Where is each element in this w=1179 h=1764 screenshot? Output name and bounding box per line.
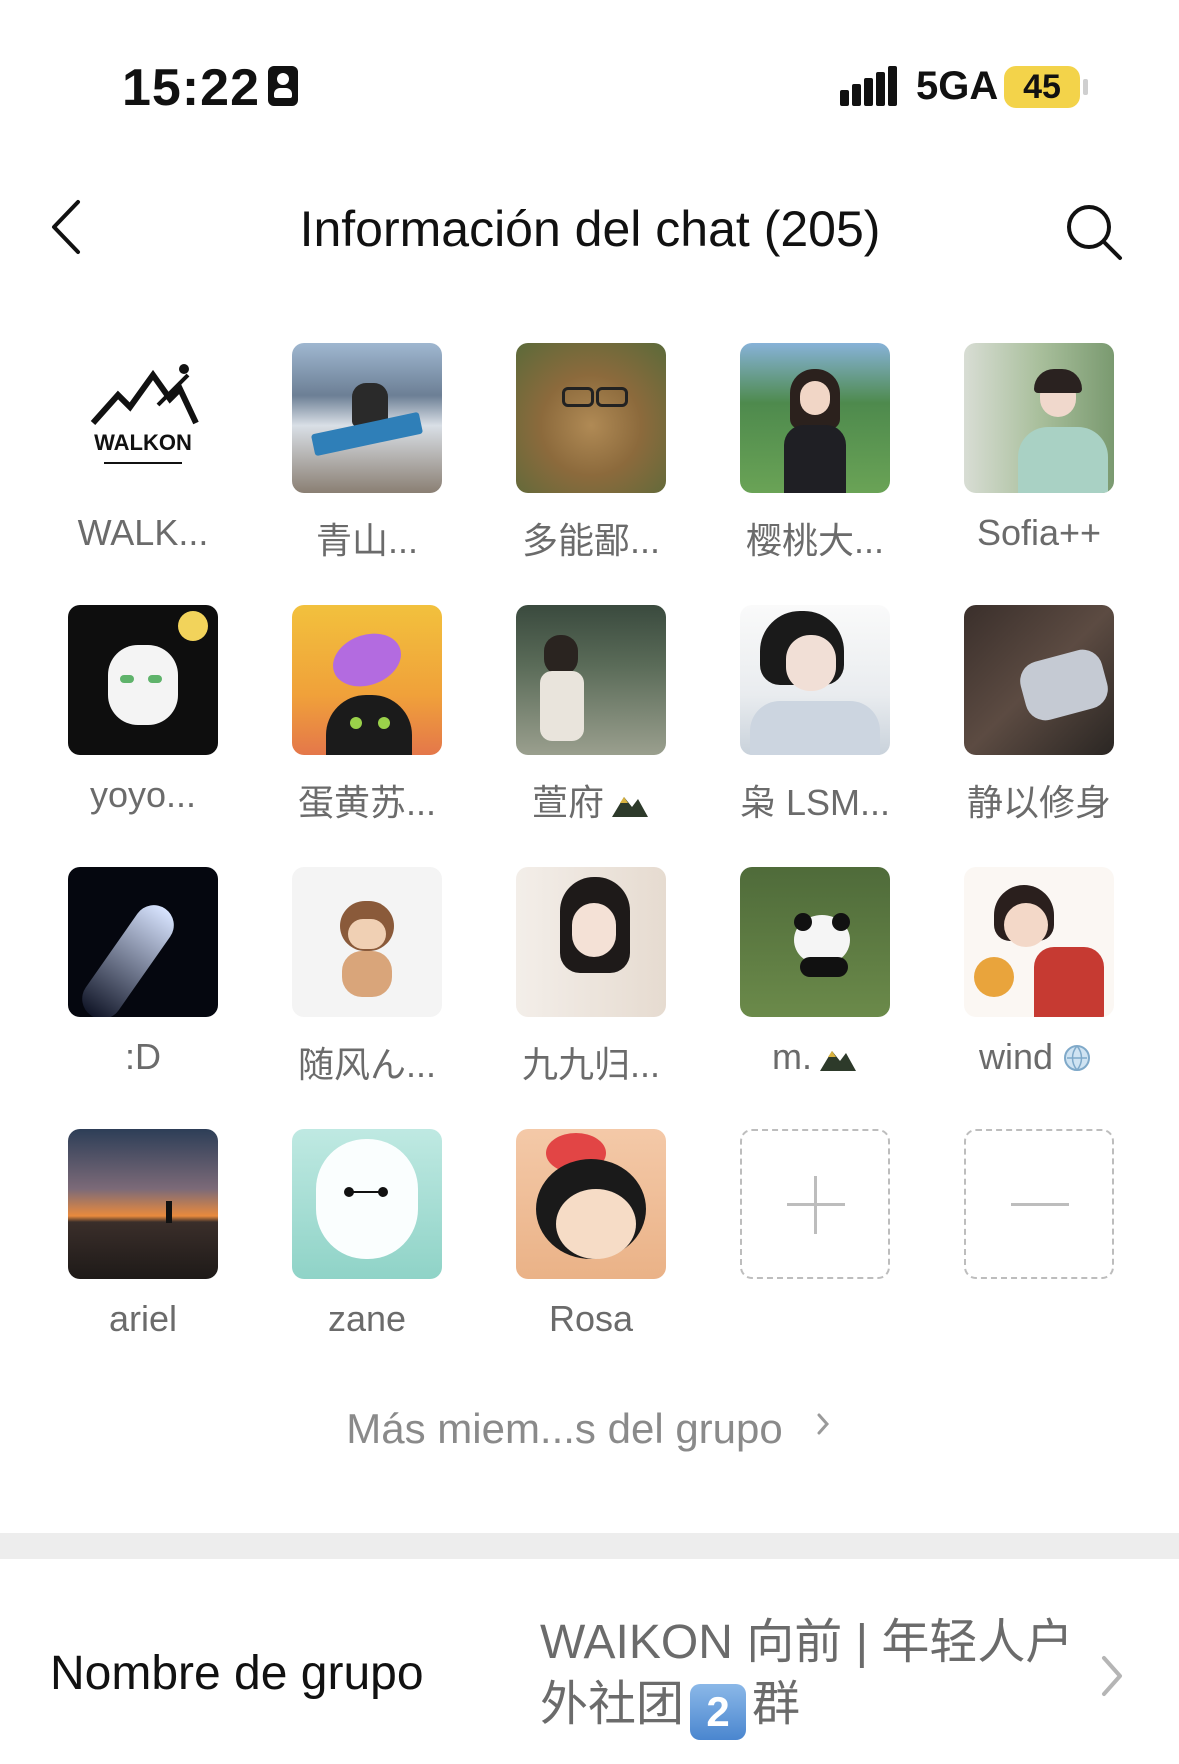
battery-indicator: 45 (1004, 66, 1088, 108)
chevron-right-icon (1102, 1656, 1122, 1696)
member-name: zane (327, 1298, 407, 1339)
avatar: WALKON (68, 343, 218, 493)
avatar (516, 605, 666, 755)
member-item[interactable]: 静以修身 (931, 602, 1131, 832)
member-name: 枭 LSM... (739, 782, 891, 823)
avatar (292, 1129, 442, 1279)
member-name: 静以修身 (966, 782, 1111, 823)
section-divider (0, 1533, 1179, 1559)
avatar (740, 867, 890, 1017)
member-item[interactable]: 枭 LSM... (707, 602, 907, 832)
nav-bar: Información del chat (205) (0, 170, 1179, 290)
member-item[interactable]: 萱府 (483, 602, 683, 832)
group-name-row[interactable]: Nombre de grupo WAIKON 向前 | 年轻人户 外社团 2 群 (0, 1560, 1179, 1764)
chevron-right-icon (817, 1413, 829, 1435)
avatar (292, 867, 442, 1017)
avatar (68, 605, 218, 755)
mountain-icon (820, 1051, 856, 1071)
search-button[interactable] (1062, 200, 1126, 264)
page-title: Información del chat (205) (299, 201, 881, 257)
member-name: 樱桃大... (745, 520, 884, 561)
plus-icon (740, 1129, 890, 1279)
member-name: Rosa (548, 1298, 634, 1339)
avatar (516, 1129, 666, 1279)
member-item[interactable]: Rosa (483, 1126, 683, 1356)
member-name: m. (707, 1036, 923, 1078)
avatar (964, 343, 1114, 493)
member-name: 青山... (315, 520, 418, 561)
member-item[interactable]: m. (707, 864, 907, 1094)
network-type: 5GA (916, 64, 999, 108)
member-name: 萱府 (483, 774, 699, 826)
member-name: WALK... (77, 512, 209, 553)
member-name: Sofia++ (976, 512, 1102, 553)
member-item[interactable]: WALKON WALK... (35, 340, 235, 570)
member-name: 蛋黄苏... (297, 782, 436, 823)
member-item[interactable]: :D (35, 864, 235, 1094)
member-item[interactable]: wind (931, 864, 1131, 1094)
more-members-link[interactable]: Más miem...s del grupo (0, 1405, 1179, 1453)
member-item[interactable]: 樱桃大... (707, 340, 907, 570)
member-item[interactable]: ariel (35, 1126, 235, 1356)
search-icon (1067, 205, 1122, 260)
status-bar: 15:22 5GA 45 (0, 0, 1179, 150)
member-item[interactable]: 九九归... (483, 864, 683, 1094)
member-name: ariel (108, 1298, 178, 1339)
back-button[interactable] (40, 192, 100, 262)
member-item[interactable]: yoyo... (35, 602, 235, 832)
avatar (516, 343, 666, 493)
member-name: :D (125, 1036, 161, 1077)
member-name: 随风ん... (297, 1044, 436, 1085)
member-item[interactable]: 多能鄙... (483, 340, 683, 570)
member-item[interactable]: Sofia++ (931, 340, 1131, 570)
group-name-label: Nombre de grupo (50, 1647, 424, 1700)
avatar (292, 343, 442, 493)
member-name: 九九归... (521, 1044, 660, 1085)
avatar (516, 867, 666, 1017)
status-time: 15:22 (122, 59, 260, 117)
chevron-left-icon (52, 200, 80, 254)
avatar (292, 605, 442, 755)
add-member-button[interactable] (707, 1126, 907, 1356)
avatar (68, 867, 218, 1017)
globe-icon (1064, 1045, 1091, 1071)
member-item[interactable]: 青山... (259, 340, 459, 570)
remove-member-button[interactable] (931, 1126, 1131, 1356)
avatar (740, 343, 890, 493)
id-card-icon (268, 66, 298, 106)
mountain-icon (612, 797, 648, 817)
group-name-value: WAIKON 向前 | 年轻人户 外社团 2 群 (540, 1612, 1080, 1740)
svg-text:WALKON: WALKON (94, 430, 192, 455)
avatar (68, 1129, 218, 1279)
member-item[interactable]: 随风ん... (259, 864, 459, 1094)
avatar (964, 867, 1114, 1017)
member-item[interactable]: 蛋黄苏... (259, 602, 459, 832)
member-name: yoyo... (89, 774, 197, 815)
avatar (964, 605, 1114, 755)
member-name: wind (931, 1036, 1147, 1078)
member-item[interactable]: zane (259, 1126, 459, 1356)
avatar (740, 605, 890, 755)
member-name: 多能鄙... (521, 520, 660, 561)
minus-icon (964, 1129, 1114, 1279)
signal-icon (840, 66, 898, 106)
keycap-number-icon: 2 (690, 1684, 747, 1740)
